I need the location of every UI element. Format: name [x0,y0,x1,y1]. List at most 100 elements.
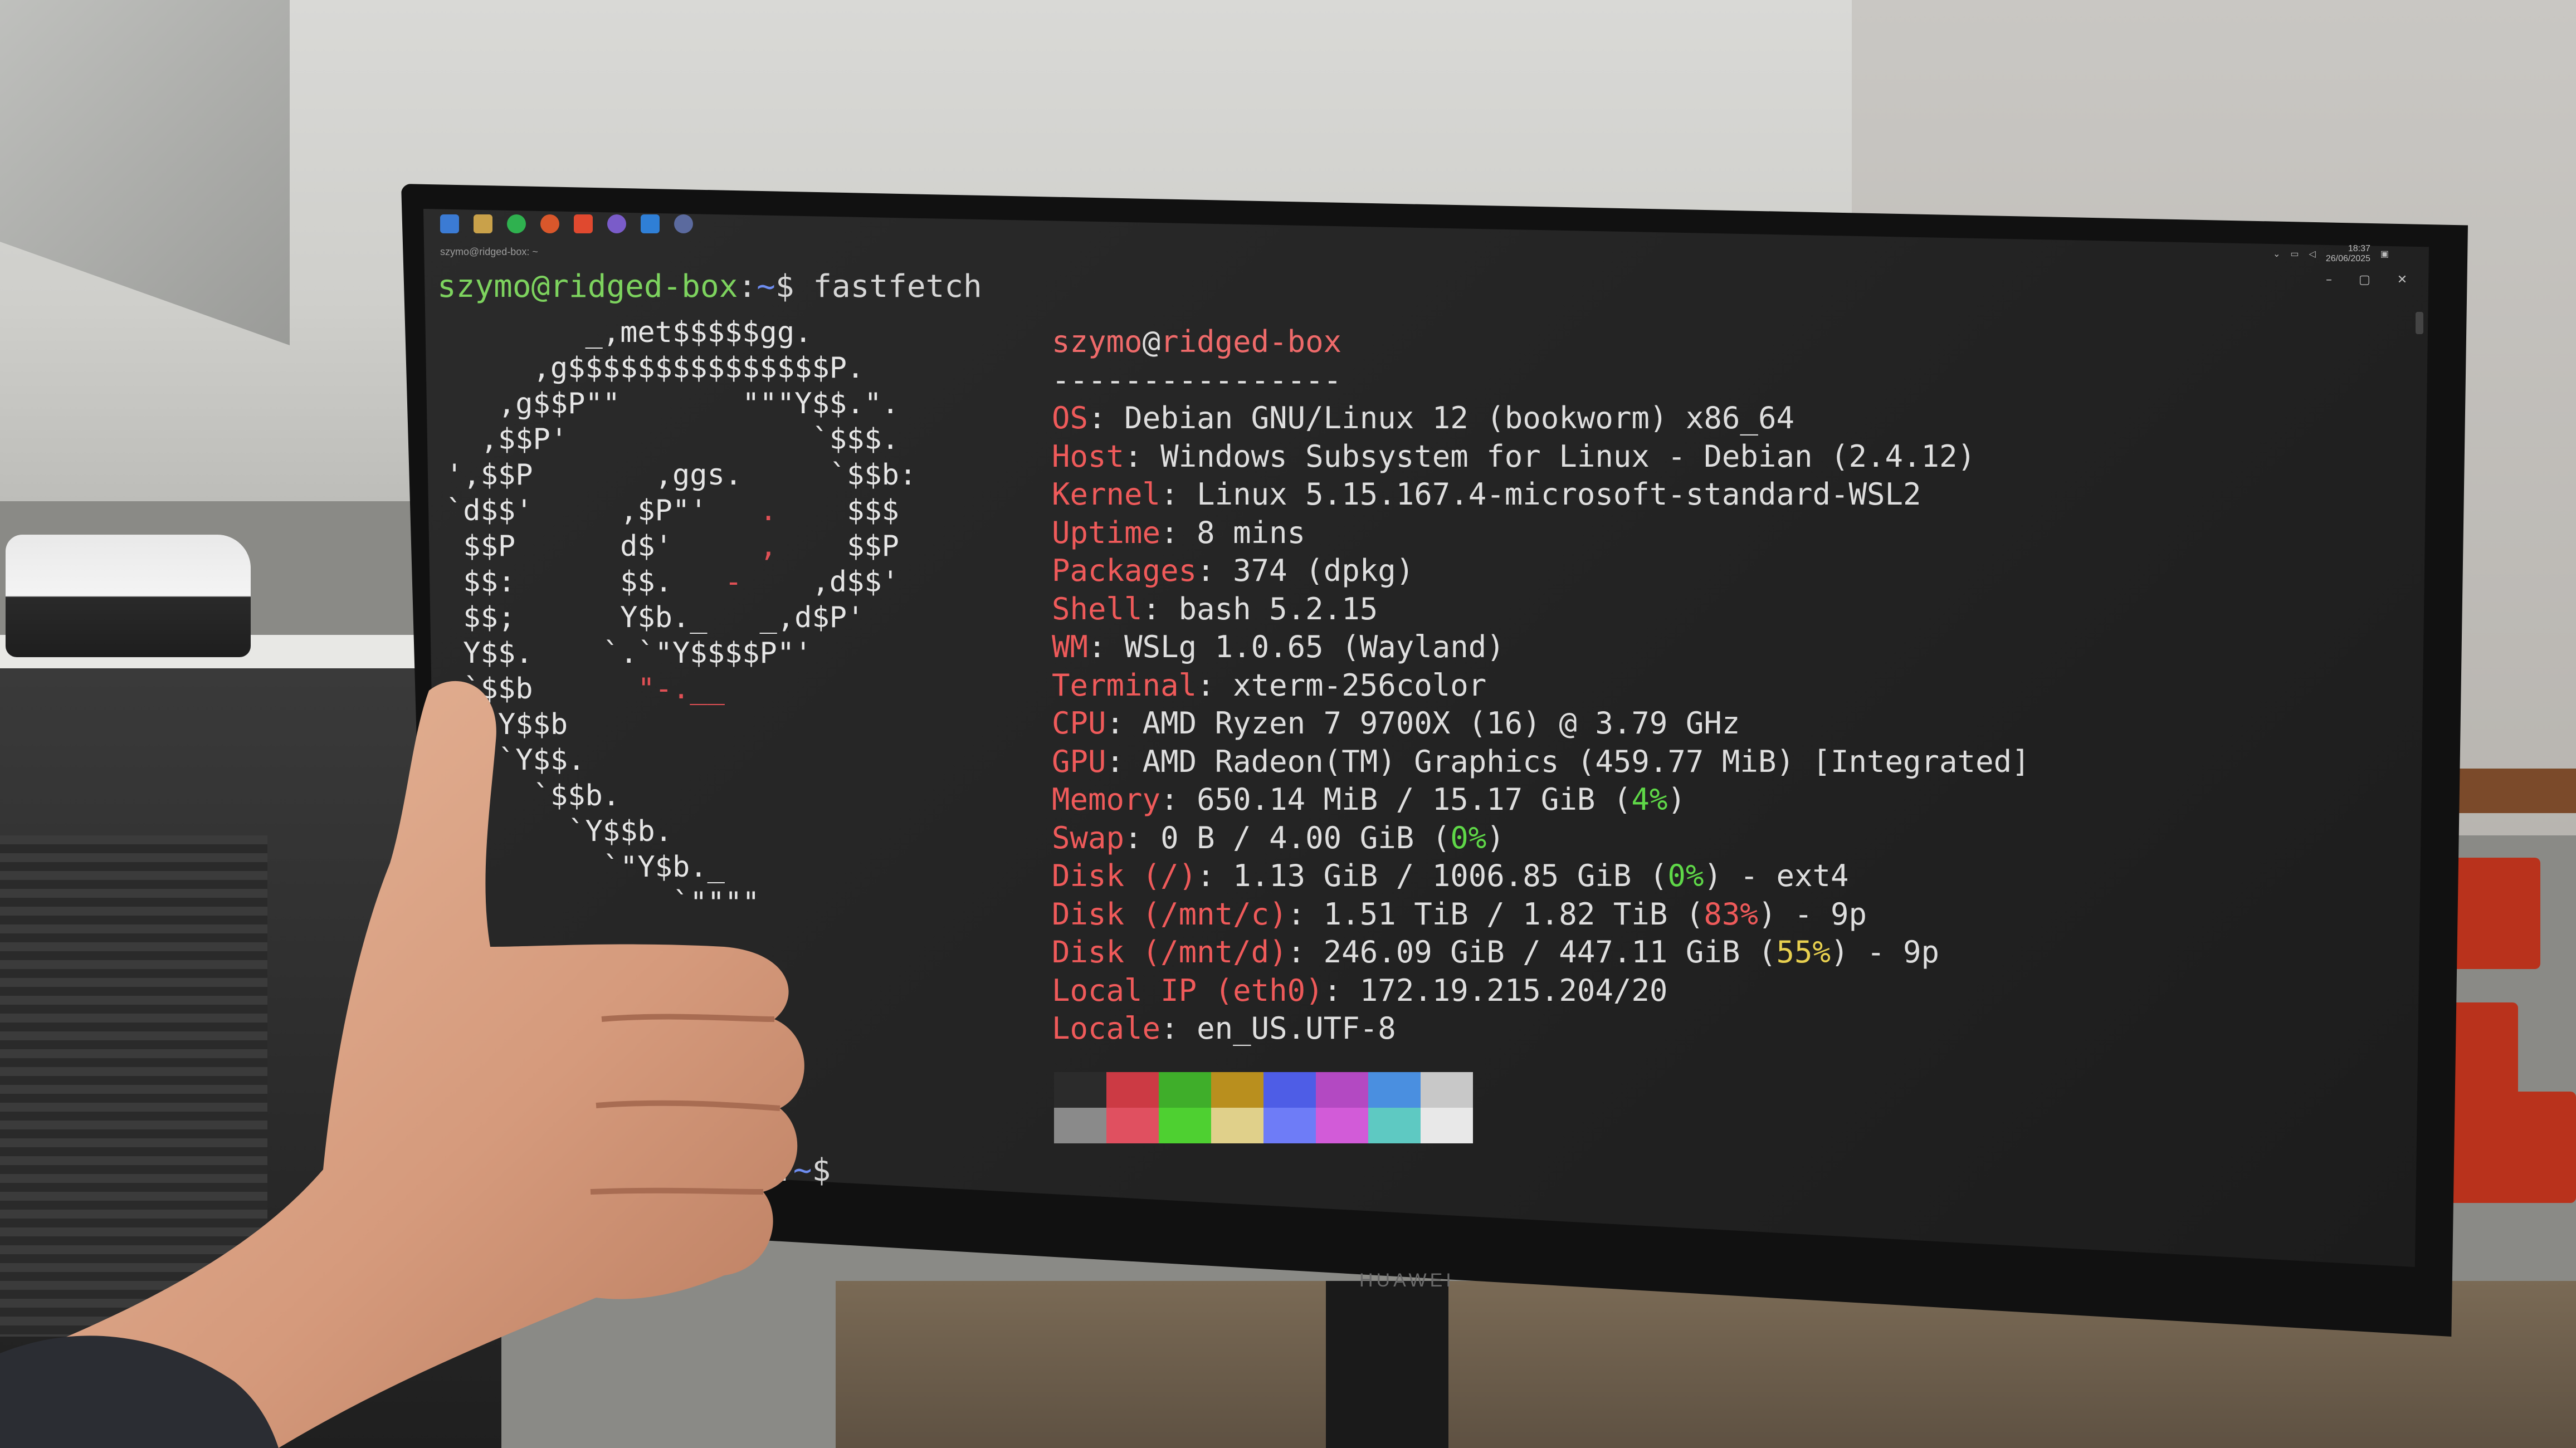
logo-line: `$$b. [446,779,621,813]
brave-icon[interactable] [574,214,593,233]
folder-icon[interactable] [474,214,492,233]
info-value: 1.51 TiB / 1.82 TiB ( [1323,896,1704,932]
info-row: Locale: en_US.UTF-8 [1052,1011,1396,1046]
window-tab-title[interactable]: szymo@ridged-box: ~ [440,246,538,258]
info-row: Host: Windows Subsystem for Linux - Debi… [1052,438,1976,474]
command-prompt: szymo@ridged-box:~$ fastfetch [437,270,982,304]
toy-car [6,535,251,657]
logo-line: `"""" [446,886,760,919]
title-host: ridged-box [1160,324,1342,359]
minimize-button[interactable]: – [2326,273,2332,287]
color-swatch [1106,1072,1159,1108]
color-swatch [1211,1072,1263,1108]
logo-line: _,met$$$$$gg. [446,316,812,349]
info-key: GPU [1052,743,1106,779]
info-row: Kernel: Linux 5.15.167.4-microsoft-stand… [1052,477,1921,512]
scrollbar[interactable] [2416,312,2423,334]
prompt-user-host: szymo@ridged-box [437,268,738,305]
info-value: WSLg 1.0.65 (Wayland) [1124,629,1505,664]
volume-icon[interactable]: ◁ [2309,248,2316,260]
color-swatch [1263,1108,1316,1143]
close-button[interactable]: ✕ [2397,273,2407,287]
logo-line: `Y$$b. [446,815,672,848]
logo-line: $$; Y$b._ _,d$P' [446,601,865,634]
info-value: en_US.UTF-8 [1197,1011,1396,1046]
firefox-icon[interactable] [540,214,559,233]
info-key: WM [1052,629,1089,664]
logo-line: $$: $$. - ,d$$' [446,565,899,599]
info-key: OS [1052,400,1089,436]
info-key: Shell [1052,591,1143,627]
logo-line: ,$$P' `$$$. [446,423,899,456]
spotify-icon[interactable] [507,214,526,233]
color-swatch [1159,1072,1211,1108]
info-key: CPU [1052,706,1106,741]
logo-line: ,g$$P"" """Y$$.". [446,387,899,420]
debian-ascii-logo: _,met$$$$$gg. ,g$$$$$$$$$$$$$$$P. ,g$$P"… [446,315,916,921]
info-key: Disk (/mnt/c) [1052,896,1287,932]
monitor-brand: HUAWEI [1359,1270,1455,1291]
info-value: ) [1486,820,1505,855]
system-tray: ⌄ ▭ ◁ 18:37 26/06/2025 ▣ [2273,244,2389,264]
info-value: ) - ext4 [1704,858,1849,893]
info-key: Kernel [1052,477,1161,512]
info-row: Disk (/mnt/c): 1.51 TiB / 1.82 TiB (83%)… [1052,896,1867,932]
info-key: Packages [1052,553,1197,588]
window-controls: – ▢ ✕ [2326,273,2407,287]
info-value: 8 mins [1197,515,1306,550]
notification-icon[interactable]: ▣ [2380,248,2389,260]
info-key: Memory [1052,782,1161,817]
fastfetch-info: szymo@ridged-box ---------------- OS: De… [1052,323,2030,1048]
info-key: Disk (/) [1052,858,1197,893]
usage-percent: 0% [1450,820,1487,855]
title-at: @ [1142,324,1161,359]
usage-percent: 83% [1704,896,1758,932]
maximize-button[interactable]: ▢ [2359,273,2370,287]
color-swatch [1421,1108,1473,1143]
info-row: Terminal: xterm-256color [1052,667,1487,703]
info-value: ) - 9p [1758,896,1867,932]
network-icon[interactable]: ▭ [2290,248,2299,260]
color-swatch [1421,1072,1473,1108]
info-title: szymo@ridged-box [1052,323,2030,361]
github-icon[interactable] [607,214,626,233]
color-swatch [1316,1108,1368,1143]
info-row: Memory: 650.14 MiB / 15.17 GiB (4%) [1052,782,1686,817]
color-swatch [1316,1072,1368,1108]
color-swatch [1054,1072,1106,1108]
monitor-stand [1326,1281,1448,1448]
vscode-icon[interactable] [641,214,660,233]
logo-line: `Y$$. [446,743,586,777]
info-separator: ---------------- [1052,362,1342,398]
info-key: Swap [1052,820,1125,855]
info-value: AMD Radeon(TM) Graphics (459.77 MiB) [In… [1142,743,2030,779]
usage-percent: 55% [1776,935,1831,970]
storage-bin [2440,1092,2576,1203]
info-row: Uptime: 8 mins [1052,515,1306,550]
usage-percent: 0% [1667,858,1704,893]
logo-line: `$$b "-.__ [446,672,725,706]
cpu-cooler [0,835,267,1337]
info-value: Linux 5.15.167.4-microsoft-standard-WSL2 [1197,477,1921,512]
info-rows: OS: Debian GNU/Linux 12 (bookworm) x86_6… [1052,399,2030,1048]
logo-line: `d$$' ,$P"' . $$$ [446,494,899,527]
tray-clock[interactable]: 18:37 26/06/2025 [2326,244,2370,264]
prompt-colon: : [738,268,757,305]
clock-date: 26/06/2025 [2325,254,2370,263]
chevron-up-icon[interactable]: ⌄ [2273,248,2280,260]
color-swatch [1368,1072,1421,1108]
steam-icon[interactable] [674,214,693,233]
info-row: GPU: AMD Radeon(TM) Graphics (459.77 MiB… [1052,743,2030,779]
bottom-prompt-path: ~ [793,1152,812,1188]
info-value: 172.19.215.204/20 [1359,972,1668,1008]
color-swatch [1263,1072,1316,1108]
info-key: Host [1052,438,1125,474]
bottom-prompt-colon: : [774,1152,793,1188]
info-key: Terminal [1052,667,1197,703]
prompt-dollar: $ [775,268,813,305]
windows-icon[interactable] [440,214,459,233]
info-value: Windows Subsystem for Linux - Debian (2.… [1160,438,1976,474]
logo-line: ,g$$$$$$$$$$$$$$$P. [446,351,865,385]
logo-line: $$P d$' , $$P [446,530,899,563]
info-value: Debian GNU/Linux 12 (bookworm) x86_64 [1124,400,1794,436]
